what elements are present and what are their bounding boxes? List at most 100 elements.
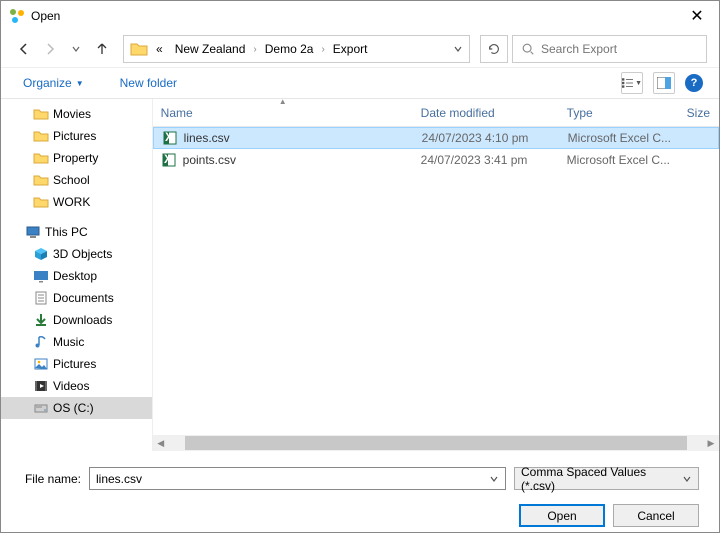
tree-item[interactable]: Pictures [1,353,152,375]
recent-dropdown[interactable] [65,38,87,60]
tree-item-label: Property [53,151,98,165]
tree-item-label: OS (C:) [53,401,94,415]
preview-pane-button[interactable] [653,72,675,94]
tree-item-label: Movies [53,107,91,121]
tree-item[interactable]: Pictures [1,125,152,147]
svg-text:X: X [165,130,173,144]
csv-file-icon: X [161,152,177,168]
tree-item[interactable]: Downloads [1,309,152,331]
main-area: Movies Pictures Property School WORK This PC 3… [1,99,719,451]
close-button[interactable]: ✕ [675,1,719,31]
window-title: Open [31,9,675,23]
desktop-icon [33,268,49,284]
column-date[interactable]: Date modified [413,99,559,126]
pc-icon [25,224,41,240]
organize-label: Organize [23,76,72,90]
title-bar: Open ✕ [1,1,719,31]
videos-icon [33,378,49,394]
chevron-down-icon [682,474,692,484]
drive-icon [33,400,49,416]
pictures-icon [33,356,49,372]
app-icon [9,8,25,24]
tree-item[interactable]: Videos [1,375,152,397]
column-size[interactable]: Size [679,99,719,126]
tree-item[interactable]: School [1,169,152,191]
tree-item-label: School [53,173,90,187]
tree-item[interactable]: Music [1,331,152,353]
chevron-down-icon[interactable] [489,474,499,484]
forward-button[interactable] [39,38,61,60]
file-date: 24/07/2023 3:41 pm [413,153,559,167]
tree-item[interactable]: Documents [1,287,152,309]
back-button[interactable] [13,38,35,60]
music-icon [33,334,49,350]
tree-item[interactable]: Desktop [1,265,152,287]
file-type-label: Comma Spaced Values (*.csv) [521,465,682,493]
file-row[interactable]: Xlines.csv 24/07/2023 4:10 pmMicrosoft Ex… [153,127,719,149]
breadcrumb-prefix[interactable]: « [152,40,167,58]
tree-item-label: WORK [53,195,90,209]
search-box[interactable] [512,35,707,63]
file-row[interactable]: Xpoints.csv 24/07/2023 3:41 pmMicrosoft E… [153,149,719,171]
csv-file-icon: X [162,130,178,146]
tree-item-label: This PC [45,225,88,239]
file-type: Microsoft Excel C... [559,153,679,167]
tree-item[interactable]: WORK [1,191,152,213]
search-icon [521,42,535,56]
breadcrumb-3[interactable]: Export [329,40,372,58]
file-list-area: ▲ Name Date modified Type Size Xlines.cs… [152,99,719,451]
file-type-combo[interactable]: Comma Spaced Values (*.csv) [514,467,699,490]
refresh-button[interactable] [480,35,508,63]
svg-text:X: X [164,152,172,166]
folder-icon [33,172,49,188]
folder-icon [33,128,49,144]
tree-item[interactable]: Movies [1,103,152,125]
file-date: 24/07/2023 4:10 pm [414,131,560,145]
nav-bar: « New Zealand › Demo 2a › Export [1,31,719,67]
3d-icon [33,246,49,262]
tree-item[interactable]: This PC [1,221,152,243]
file-name: lines.csv [184,131,230,145]
tree-item[interactable]: OS (C:) [1,397,152,419]
tree-item[interactable]: 3D Objects [1,243,152,265]
breadcrumb-2[interactable]: Demo 2a [261,40,318,58]
file-list[interactable]: Xlines.csv24/07/2023 4:10 pmMicrosoft Ex… [153,127,719,435]
chevron-right-icon: › [253,44,256,55]
file-name: points.csv [183,153,236,167]
folder-tree[interactable]: Movies Pictures Property School WORK This PC 3… [1,99,152,451]
folder-icon [33,194,49,210]
column-type[interactable]: Type [559,99,679,126]
sort-indicator: ▲ [273,97,293,106]
tree-item-label: Documents [53,291,114,305]
tree-item-label: Desktop [53,269,97,283]
tree-item-label: 3D Objects [53,247,112,261]
folder-icon [33,150,49,166]
organize-menu[interactable]: Organize ▼ [17,72,90,94]
file-type: Microsoft Excel C... [560,131,680,145]
breadcrumb-1[interactable]: New Zealand [171,40,250,58]
address-bar[interactable]: « New Zealand › Demo 2a › Export [123,35,470,63]
address-dropdown[interactable] [453,44,463,54]
view-options-button[interactable]: ▼ [621,72,643,94]
cancel-button[interactable]: Cancel [613,504,699,527]
file-name-label: File name: [21,472,81,486]
tree-item-label: Pictures [53,357,96,371]
tree-item[interactable]: Property [1,147,152,169]
tree-item-label: Music [53,335,84,349]
up-button[interactable] [91,38,113,60]
help-button[interactable]: ? [685,74,703,92]
tree-item-label: Downloads [53,313,112,327]
chevron-down-icon: ▼ [76,79,84,88]
folder-icon [33,106,49,122]
tree-item-label: Pictures [53,129,96,143]
open-button[interactable]: Open [519,504,605,527]
cancel-label: Cancel [637,509,674,523]
footer: File name: Comma Spaced Values (*.csv) O… [1,451,719,541]
file-name-input[interactable] [96,472,489,486]
horizontal-scrollbar[interactable]: ◀ ▶ [153,435,719,451]
new-folder-button[interactable]: New folder [114,72,183,94]
file-name-combo[interactable] [89,467,506,490]
folder-icon [130,40,148,58]
search-input[interactable] [541,42,698,56]
open-label: Open [547,509,576,523]
